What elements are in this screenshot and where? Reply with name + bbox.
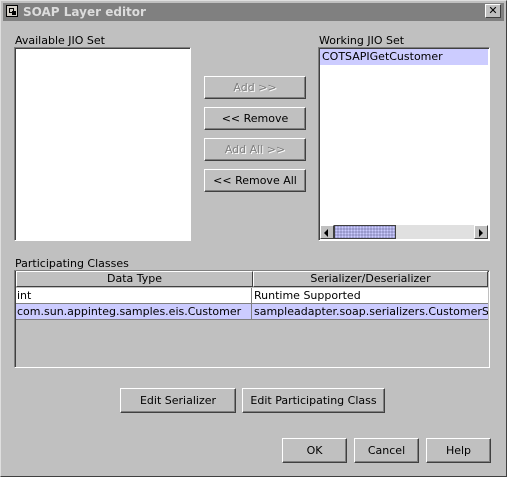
remove-all-button-label: << Remove All [213, 174, 297, 187]
window-title: SOAP Layer editor [23, 5, 146, 19]
table-row[interactable]: int Runtime Supported [16, 288, 488, 304]
available-jio-list[interactable] [14, 47, 191, 241]
table-cell: int [16, 288, 252, 304]
close-button[interactable]: ✕ [485, 4, 501, 18]
add-all-button[interactable]: Add All >> [204, 138, 306, 161]
cancel-button[interactable]: Cancel [354, 438, 419, 463]
column-header-data-type[interactable]: Data Type [16, 271, 253, 287]
participating-classes-table[interactable]: Data Type Serializer/Deserializer int Ru… [14, 270, 490, 368]
cancel-button-label: Cancel [367, 444, 406, 457]
working-jio-label: Working JIO Set [319, 34, 405, 47]
edit-serializer-button[interactable]: Edit Serializer [120, 388, 236, 413]
title-bar[interactable]: SOAP Layer editor ✕ [3, 3, 504, 21]
scroll-right-icon[interactable] [474, 225, 488, 239]
remove-button-label: << Remove [221, 112, 289, 125]
close-icon: ✕ [488, 4, 498, 17]
table-row[interactable]: com.sun.appinteg.samples.eis.Customer sa… [16, 304, 488, 320]
available-jio-label: Available JIO Set [15, 34, 105, 47]
table-cell: Runtime Supported [254, 289, 361, 302]
ok-button[interactable]: OK [282, 438, 347, 463]
participating-classes-label: Participating Classes [15, 257, 129, 270]
edit-participating-class-label: Edit Participating Class [250, 394, 377, 407]
row-divider [16, 319, 488, 320]
add-button-label: Add >> [233, 81, 277, 94]
horizontal-scrollbar[interactable] [320, 225, 488, 239]
add-all-button-label: Add All >> [224, 143, 286, 156]
soap-layer-editor-window: SOAP Layer editor ✕ Available JIO Set Ad… [0, 0, 507, 477]
add-button[interactable]: Add >> [204, 76, 306, 99]
window-icon [6, 5, 18, 17]
remove-all-button[interactable]: << Remove All [204, 169, 306, 192]
table-cell: sampleadapter.soap.serializers.CustomerS… [254, 305, 488, 318]
list-item[interactable]: COTSAPIGetCustomer [320, 49, 488, 65]
remove-button[interactable]: << Remove [204, 107, 306, 130]
help-button[interactable]: Help [426, 438, 491, 463]
scroll-left-icon[interactable] [320, 225, 334, 239]
edit-participating-class-button[interactable]: Edit Participating Class [242, 388, 385, 413]
working-jio-list[interactable]: COTSAPIGetCustomer [318, 47, 490, 241]
ok-button-label: OK [306, 444, 323, 457]
edit-serializer-label: Edit Serializer [139, 394, 217, 407]
table-cell: com.sun.appinteg.samples.eis.Customer [16, 304, 252, 320]
scroll-thumb[interactable] [334, 225, 396, 239]
column-header-serializer[interactable]: Serializer/Deserializer [253, 271, 488, 287]
help-button-label: Help [445, 444, 472, 457]
